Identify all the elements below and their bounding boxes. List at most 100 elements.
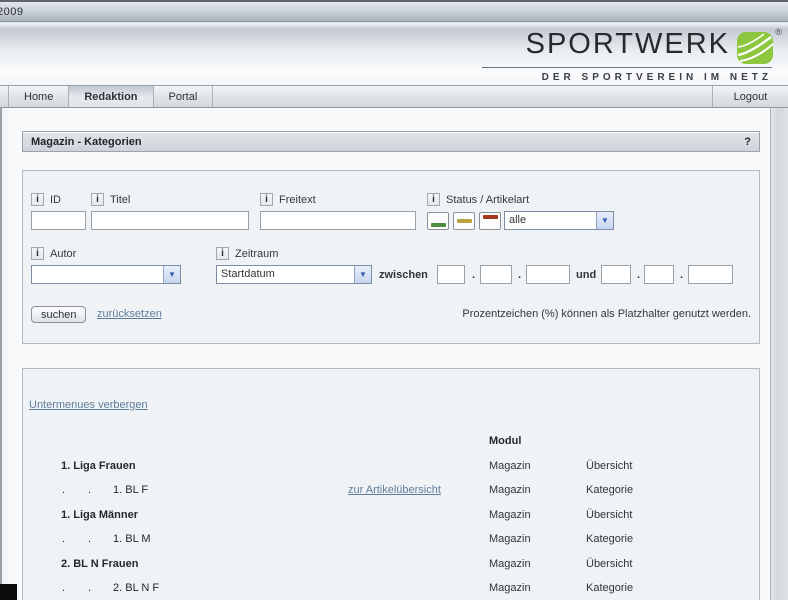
info-icon[interactable]: i <box>216 247 229 260</box>
header-band: SPORTWERK ® DER SPORTVEREIN IM NETZ <box>0 23 788 85</box>
search-filter-panel: i ID i Titel i Freitext i Status / Artik… <box>22 170 760 344</box>
modul-cell: Magazin <box>489 558 531 570</box>
freitext-label-group: i Freitext <box>260 193 316 206</box>
category-row: 1. Liga MännerMagazinÜbersicht <box>23 509 759 525</box>
date-dot: . <box>472 269 475 281</box>
type-cell: Übersicht <box>586 558 632 570</box>
autor-label: Autor <box>50 248 76 260</box>
page-title: Magazin - Kategorien <box>31 136 142 148</box>
artikelart-select[interactable]: alle ▼ <box>504 211 614 230</box>
categories-panel: Untermenues verbergen Modul 1. Liga Frau… <box>22 368 760 600</box>
date-to-month-input[interactable] <box>644 265 674 284</box>
category-name: 1. BL F <box>113 484 148 496</box>
category-name: 1. Liga Frauen <box>61 460 136 472</box>
zeitraum-select[interactable]: Startdatum ▼ <box>216 265 372 284</box>
application-window: 2009 SPORTWERK ® DER SPORTVEREIN IM NETZ… <box>0 0 788 600</box>
page-left-gutter <box>0 108 8 600</box>
sub-level-dot: . <box>62 582 65 594</box>
zeitraum-select-value: Startdatum <box>217 266 354 283</box>
date-to-year-input[interactable] <box>688 265 733 284</box>
modul-cell: Magazin <box>489 582 531 594</box>
category-row: 2. BL N FrauenMagazinÜbersicht <box>23 558 759 574</box>
sub-level-dot: . <box>88 582 91 594</box>
modul-cell: Magazin <box>489 533 531 545</box>
date-dot: . <box>518 269 521 281</box>
category-row: ..1. BL Fzur ArtikelübersichtMagazinKate… <box>23 484 759 500</box>
brand-tagline: DER SPORTVEREIN IM NETZ <box>482 67 772 83</box>
sub-level-dot: . <box>62 533 65 545</box>
browser-titlebar: 2009 <box>0 2 788 22</box>
date-from-year-input[interactable] <box>526 265 570 284</box>
zuruecksetzen-link[interactable]: zurücksetzen <box>97 308 162 320</box>
date-from-day-input[interactable] <box>437 265 465 284</box>
modul-cell: Magazin <box>489 460 531 472</box>
sub-level-dot: . <box>88 484 91 496</box>
titel-label-group: i Titel <box>91 193 130 206</box>
titlebar-text: 2009 <box>0 6 23 18</box>
status-red-toggle[interactable] <box>479 212 501 230</box>
type-cell: Übersicht <box>586 509 632 521</box>
status-green-toggle[interactable] <box>427 212 449 230</box>
sportwerk-leaf-icon <box>736 31 774 65</box>
type-cell: Kategorie <box>586 484 633 496</box>
page-right-gutter <box>770 108 788 600</box>
date-from-month-input[interactable] <box>480 265 512 284</box>
main-nav-tabbar: HomeRedaktionPortal Logout <box>0 85 788 108</box>
help-button[interactable]: ? <box>744 136 751 148</box>
info-icon[interactable]: i <box>31 247 44 260</box>
id-label: ID <box>50 194 61 206</box>
chevron-down-icon: ▼ <box>596 212 613 229</box>
titel-label: Titel <box>110 194 130 206</box>
autor-select-value <box>32 266 163 283</box>
type-cell: Übersicht <box>586 460 632 472</box>
date-dot: . <box>637 269 640 281</box>
zeitraum-label: Zeitraum <box>235 248 278 260</box>
id-input[interactable] <box>31 211 86 230</box>
hide-submenus-link[interactable]: Untermenues verbergen <box>29 399 148 411</box>
info-icon[interactable]: i <box>427 193 440 206</box>
wildcard-hint-text: Prozentzeichen (%) können als Platzhalte… <box>462 308 751 320</box>
chevron-down-icon: ▼ <box>354 266 371 283</box>
status-yellow-toggle[interactable] <box>453 212 475 230</box>
content-area: Magazin - Kategorien ? i ID i Titel i Fr… <box>8 108 770 600</box>
type-cell: Kategorie <box>586 582 633 594</box>
page-title-bar: Magazin - Kategorien ? <box>22 131 760 152</box>
category-row: ..1. BL MMagazinKategorie <box>23 533 759 549</box>
status-label-group: i Status / Artikelart <box>427 193 529 206</box>
article-overview-link[interactable]: zur Artikelübersicht <box>348 484 441 496</box>
info-icon[interactable]: i <box>31 193 44 206</box>
tab-home[interactable]: Home <box>8 86 69 107</box>
info-icon[interactable]: i <box>260 193 273 206</box>
tab-portal[interactable]: Portal <box>154 86 214 107</box>
zwischen-label: zwischen <box>379 269 428 281</box>
autor-select[interactable]: ▼ <box>31 265 181 284</box>
category-row: 1. Liga Frauen Magazin Übersicht <box>23 460 759 476</box>
freitext-label: Freitext <box>279 194 316 206</box>
type-cell: Kategorie <box>586 533 633 545</box>
titel-input[interactable] <box>91 211 249 230</box>
id-label-group: i ID <box>31 193 61 206</box>
logout-button[interactable]: Logout <box>712 86 788 107</box>
status-label: Status / Artikelart <box>446 194 529 206</box>
und-label: und <box>576 269 596 281</box>
category-row: ..2. BL N FMagazinKategorie <box>23 582 759 598</box>
sub-level-dot: . <box>88 533 91 545</box>
sportwerk-logo-text: SPORTWERK <box>526 28 730 61</box>
suchen-button[interactable]: suchen <box>31 306 86 323</box>
chevron-down-icon: ▼ <box>163 266 180 283</box>
tab-redaktion[interactable]: Redaktion <box>69 86 153 107</box>
tabbar-spacer <box>213 86 712 107</box>
zeitraum-label-group: i Zeitraum <box>216 247 278 260</box>
brand-lockup: SPORTWERK ® DER SPORTVEREIN IM NETZ <box>382 25 782 85</box>
green-status-bar-icon <box>431 223 446 227</box>
info-icon[interactable]: i <box>91 193 104 206</box>
artikelart-select-value: alle <box>505 212 596 229</box>
date-to-day-input[interactable] <box>601 265 631 284</box>
date-dot: . <box>680 269 683 281</box>
modul-cell: Magazin <box>489 484 531 496</box>
screen-corner-artifact <box>0 584 17 600</box>
autor-label-group: i Autor <box>31 247 76 260</box>
freitext-input[interactable] <box>260 211 416 230</box>
category-name: 1. Liga Männer <box>61 509 138 521</box>
yellow-status-bar-icon <box>457 219 472 223</box>
